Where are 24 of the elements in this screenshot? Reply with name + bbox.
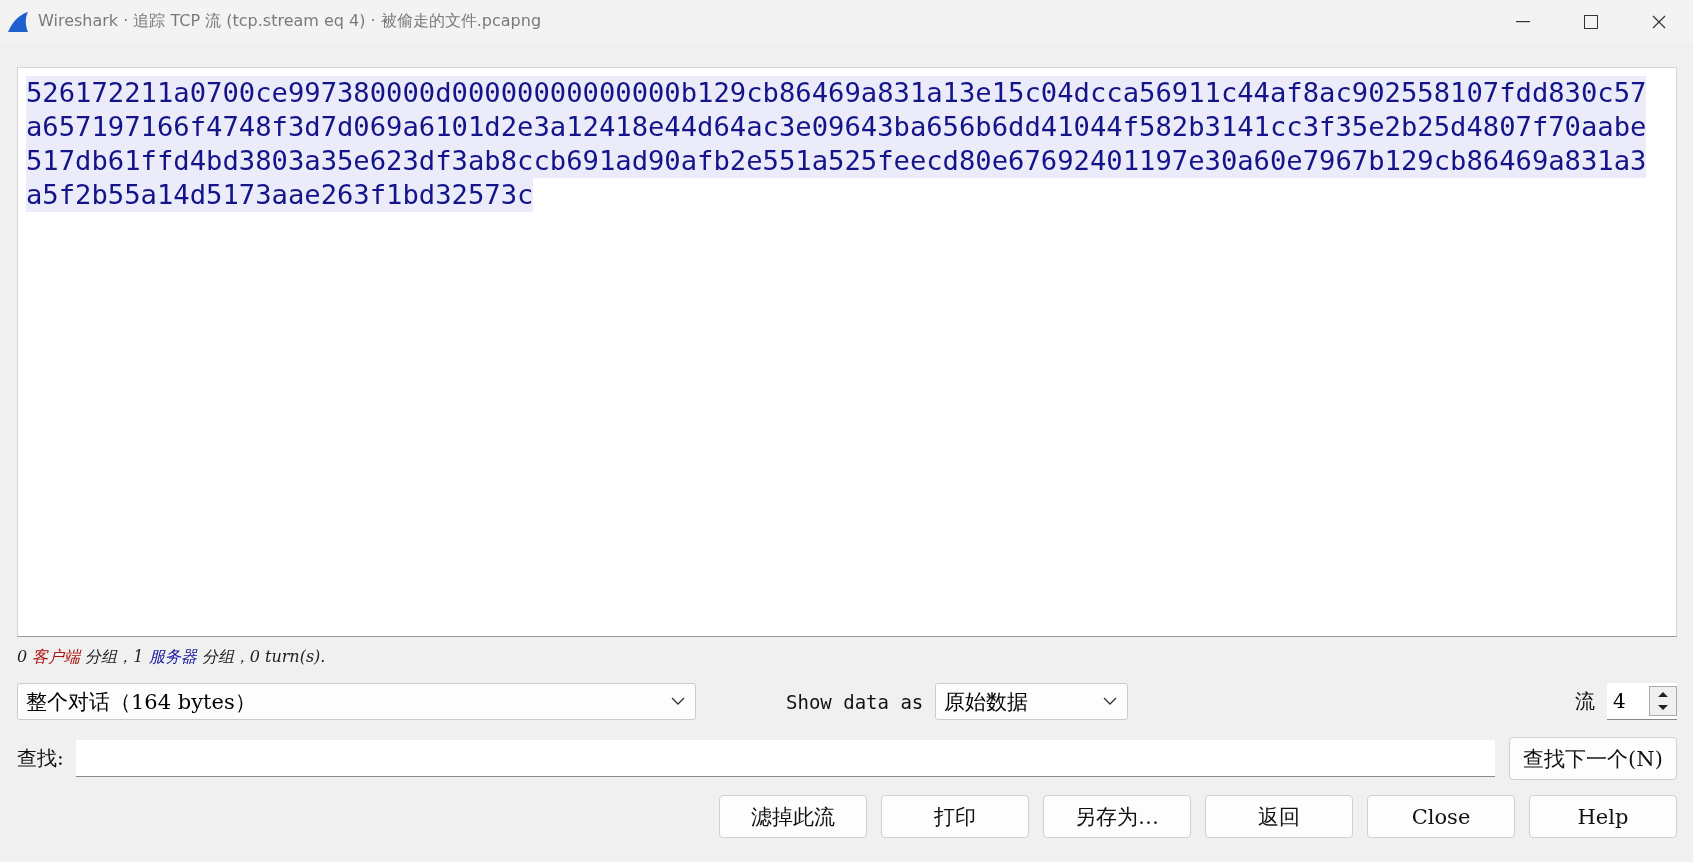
show-data-label: Show data as bbox=[786, 690, 924, 713]
status-text: 0 客户端 分组，1 服务器 分组，0 turn(s). bbox=[17, 647, 327, 668]
spin-arrows-icon bbox=[1649, 686, 1677, 716]
find-field[interactable] bbox=[75, 740, 1495, 777]
dialog-button[interactable]: 另存为… bbox=[1043, 795, 1191, 838]
stream-text-area[interactable] bbox=[17, 67, 1677, 637]
dialog-button[interactable]: 打印 bbox=[881, 795, 1029, 838]
chevron-down-icon bbox=[1103, 697, 1118, 706]
stream-spinner[interactable]: 4 bbox=[1607, 683, 1677, 720]
stream-label: 流 bbox=[1575, 688, 1595, 715]
dialog-button[interactable]: 返回 bbox=[1205, 795, 1353, 838]
dialog-button[interactable]: 滤掉此流 bbox=[719, 795, 867, 838]
conversation-select[interactable]: 整个对话（164 bytes） bbox=[17, 683, 696, 720]
maximize-icon bbox=[1584, 14, 1598, 29]
chevron-down-icon bbox=[671, 697, 685, 706]
dialog-button[interactable]: Close bbox=[1367, 795, 1515, 838]
window-title: Wireshark · 追踪 TCP 流 (tcp.stream eq 4) · 被偷走的文件.pcapng bbox=[38, 11, 543, 32]
dialog-button[interactable]: Help bbox=[1529, 795, 1677, 838]
find-next-button[interactable]: 查找下一个(N) bbox=[1509, 737, 1677, 780]
minimize-icon bbox=[1516, 20, 1530, 23]
close-icon bbox=[1652, 14, 1666, 29]
format-select[interactable]: 原始数据 bbox=[935, 683, 1129, 720]
find-label: 查找: bbox=[17, 745, 64, 772]
fin-icon bbox=[6, 10, 30, 33]
